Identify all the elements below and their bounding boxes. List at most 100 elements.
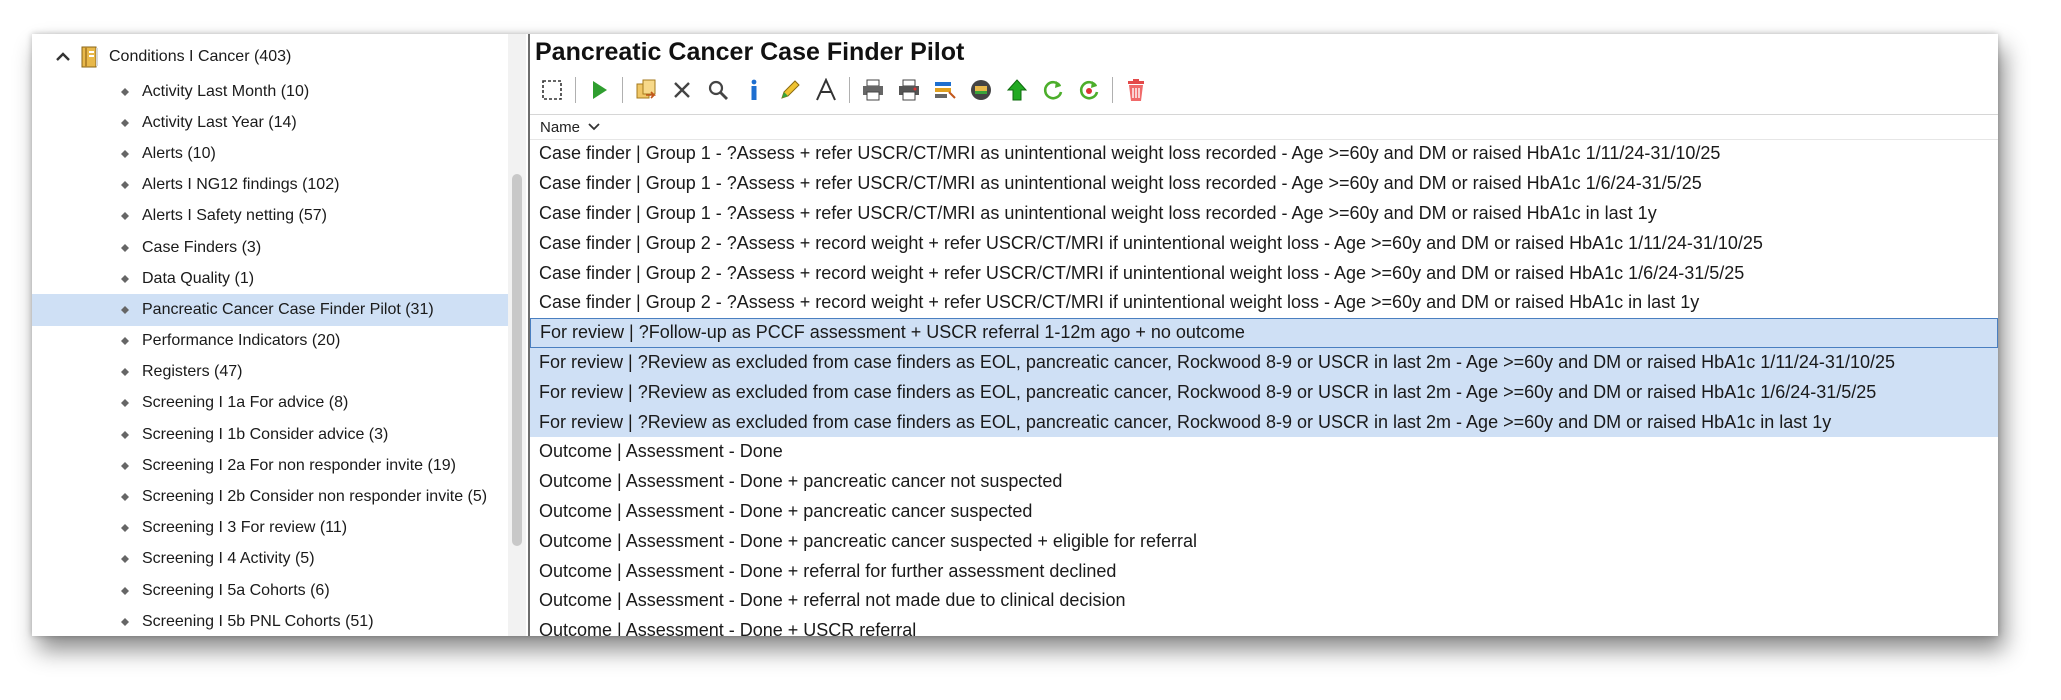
list-item[interactable]: For review | ?Follow-up as PCCF assessme… <box>530 317 1998 348</box>
list-item[interactable]: Outcome | Assessment - Done + pancreatic… <box>530 467 1998 497</box>
diamond-bullet-icon <box>118 552 132 566</box>
tree-item[interactable]: Alerts I Safety netting (57) <box>32 201 512 232</box>
list-item-label: For review | ?Review as excluded from ca… <box>539 351 1895 372</box>
refresh-all-icon[interactable] <box>1071 74 1107 106</box>
tree-item[interactable]: Performance Indicators (20) <box>32 326 512 357</box>
tree-item[interactable]: Screening I 3 For review (11) <box>32 513 512 544</box>
tree-item-label: Registers (47) <box>142 363 243 381</box>
app-window: Conditions I Cancer (403) Activity Last … <box>32 34 1998 636</box>
run-icon[interactable] <box>581 74 617 106</box>
list-item[interactable]: Case finder | Group 2 - ?Assess + record… <box>530 258 1998 288</box>
export-icon[interactable] <box>927 74 963 106</box>
tree-item[interactable]: Screening I 5b PNL Cohorts (51) <box>32 606 512 636</box>
tree-item-label: Screening I 3 For review (11) <box>142 519 348 537</box>
list-item[interactable]: Outcome | Assessment - Done + pancreatic… <box>530 497 1998 527</box>
tree-item[interactable]: Registers (47) <box>32 357 512 388</box>
move-up-icon[interactable] <box>999 74 1035 106</box>
tree-item[interactable]: Screening I 4 Activity (5) <box>32 544 512 575</box>
tree-item[interactable]: Alerts I NG12 findings (102) <box>32 170 512 201</box>
list-item-label: Case finder | Group 2 - ?Assess + record… <box>539 292 1700 313</box>
delete-icon[interactable] <box>664 74 700 106</box>
tree-item[interactable]: Screening I 5a Cohorts (6) <box>32 575 512 606</box>
refresh-icon[interactable] <box>1035 74 1071 106</box>
tree-item[interactable]: Screening I 1a For advice (8) <box>32 388 512 419</box>
list-item[interactable]: Case finder | Group 2 - ?Assess + record… <box>530 228 1998 258</box>
folder-book-icon <box>80 45 100 69</box>
tree-item[interactable]: Screening I 2a For non responder invite … <box>32 450 512 481</box>
diamond-bullet-icon <box>118 116 132 130</box>
report-icon[interactable] <box>963 74 999 106</box>
column-header-name[interactable]: Name <box>530 114 1998 140</box>
list-item-label: Case finder | Group 2 - ?Assess + record… <box>539 232 1763 253</box>
chevron-down-icon[interactable] <box>588 123 600 131</box>
list-item[interactable]: Outcome | Assessment - Done + referral f… <box>530 556 1998 586</box>
list-item-label: Case finder | Group 1 - ?Assess + refer … <box>539 173 1702 194</box>
list-item-label: Outcome | Assessment - Done + pancreatic… <box>539 530 1197 551</box>
diamond-bullet-icon <box>118 459 132 473</box>
list-item-label: Outcome | Assessment - Done <box>539 441 783 462</box>
column-header-label: Name <box>540 118 581 136</box>
list-item[interactable]: For review | ?Review as excluded from ca… <box>530 347 1998 378</box>
tree-item-label: Data Quality (1) <box>142 269 255 287</box>
list-item-label: Case finder | Group 2 - ?Assess + record… <box>539 262 1745 283</box>
list-item-label: Case finder | Group 1 - ?Assess + refer … <box>539 202 1657 223</box>
diamond-bullet-icon <box>118 490 132 504</box>
tree-item[interactable]: Screening I 1b Consider advice (3) <box>32 419 512 450</box>
print-preview-icon[interactable] <box>891 74 927 106</box>
trash-icon[interactable] <box>1118 74 1154 106</box>
list-item[interactable]: Outcome | Assessment - Done + USCR refer… <box>530 616 1998 636</box>
tree-item[interactable]: Screening I 2b Consider non responder in… <box>32 481 512 512</box>
tree-scroll-thumb[interactable] <box>512 174 522 546</box>
tree-root-item[interactable]: Conditions I Cancer (403) <box>54 44 291 70</box>
list-item[interactable]: Outcome | Assessment - Done + pancreatic… <box>530 526 1998 556</box>
list-item-label: Outcome | Assessment - Done + USCR refer… <box>539 620 917 636</box>
tree-item-list: Activity Last Month (10) Activity Last Ye… <box>32 76 512 636</box>
chevron-up-icon[interactable] <box>54 48 72 66</box>
diamond-bullet-icon <box>118 272 132 286</box>
edit-icon[interactable] <box>772 74 808 106</box>
list-item[interactable]: Case finder | Group 2 - ?Assess + record… <box>530 288 1998 318</box>
tree-item-label: Performance Indicators (20) <box>142 332 341 350</box>
tree-item[interactable]: Activity Last Year (14) <box>32 107 512 138</box>
tree-item[interactable]: Activity Last Month (10) <box>32 76 512 107</box>
diamond-bullet-icon <box>118 241 132 255</box>
list-item-label: Case finder | Group 1 - ?Assess + refer … <box>539 143 1721 164</box>
list-item[interactable]: For review | ?Review as excluded from ca… <box>530 377 1998 408</box>
tree-scrollbar[interactable] <box>508 34 526 636</box>
tree-item-label: Alerts I Safety netting (57) <box>142 207 327 225</box>
list-item-label: Outcome | Assessment - Done + referral f… <box>539 560 1117 581</box>
list-item[interactable]: For review | ?Review as excluded from ca… <box>530 407 1998 437</box>
list-item[interactable]: Case finder | Group 1 - ?Assess + refer … <box>530 139 1998 169</box>
tree-item-label: Alerts (10) <box>142 144 216 162</box>
tree-item[interactable]: Case Finders (3) <box>32 232 512 263</box>
tree-item-label: Screening I 4 Activity (5) <box>142 550 315 568</box>
info-icon[interactable] <box>736 74 772 106</box>
list-item[interactable]: Case finder | Group 1 - ?Assess + refer … <box>530 199 1998 229</box>
list-item[interactable]: Outcome | Assessment - Done + referral n… <box>530 586 1998 616</box>
page-title: Pancreatic Cancer Case Finder Pilot <box>535 38 965 66</box>
list-item-label: Outcome | Assessment - Done + pancreatic… <box>539 471 1063 492</box>
tree-item[interactable]: Pancreatic Cancer Case Finder Pilot (31) <box>32 294 512 326</box>
diamond-bullet-icon <box>118 396 132 410</box>
tree-panel: Conditions I Cancer (403) Activity Last … <box>32 34 530 636</box>
search-icon[interactable] <box>700 74 736 106</box>
diamond-bullet-icon <box>118 303 132 317</box>
list-item[interactable]: Case finder | Group 1 - ?Assess + refer … <box>530 169 1998 199</box>
tree-item[interactable]: Data Quality (1) <box>32 263 512 294</box>
tree-item-label: Alerts I NG12 findings (102) <box>142 176 340 194</box>
font-icon[interactable] <box>808 74 844 106</box>
diamond-bullet-icon <box>118 334 132 348</box>
print-icon[interactable] <box>855 74 891 106</box>
list-item-label: Outcome | Assessment - Done + referral n… <box>539 590 1126 611</box>
list-item[interactable]: Outcome | Assessment - Done <box>530 437 1998 467</box>
select-icon[interactable] <box>534 74 570 106</box>
tree-item-label: Activity Last Year (14) <box>142 113 297 131</box>
diamond-bullet-icon <box>118 428 132 442</box>
tree-item-label: Screening I 2b Consider non responder in… <box>142 488 488 506</box>
list-item-label: For review | ?Review as excluded from ca… <box>539 411 1832 432</box>
list-item-label: For review | ?Follow-up as PCCF assessme… <box>540 322 1245 343</box>
tree-item[interactable]: Alerts (10) <box>32 138 512 169</box>
copy-icon[interactable] <box>628 74 664 106</box>
report-list: Case finder | Group 1 - ?Assess + refer … <box>530 139 1998 636</box>
tree-root-label: Conditions I Cancer (403) <box>109 48 292 65</box>
